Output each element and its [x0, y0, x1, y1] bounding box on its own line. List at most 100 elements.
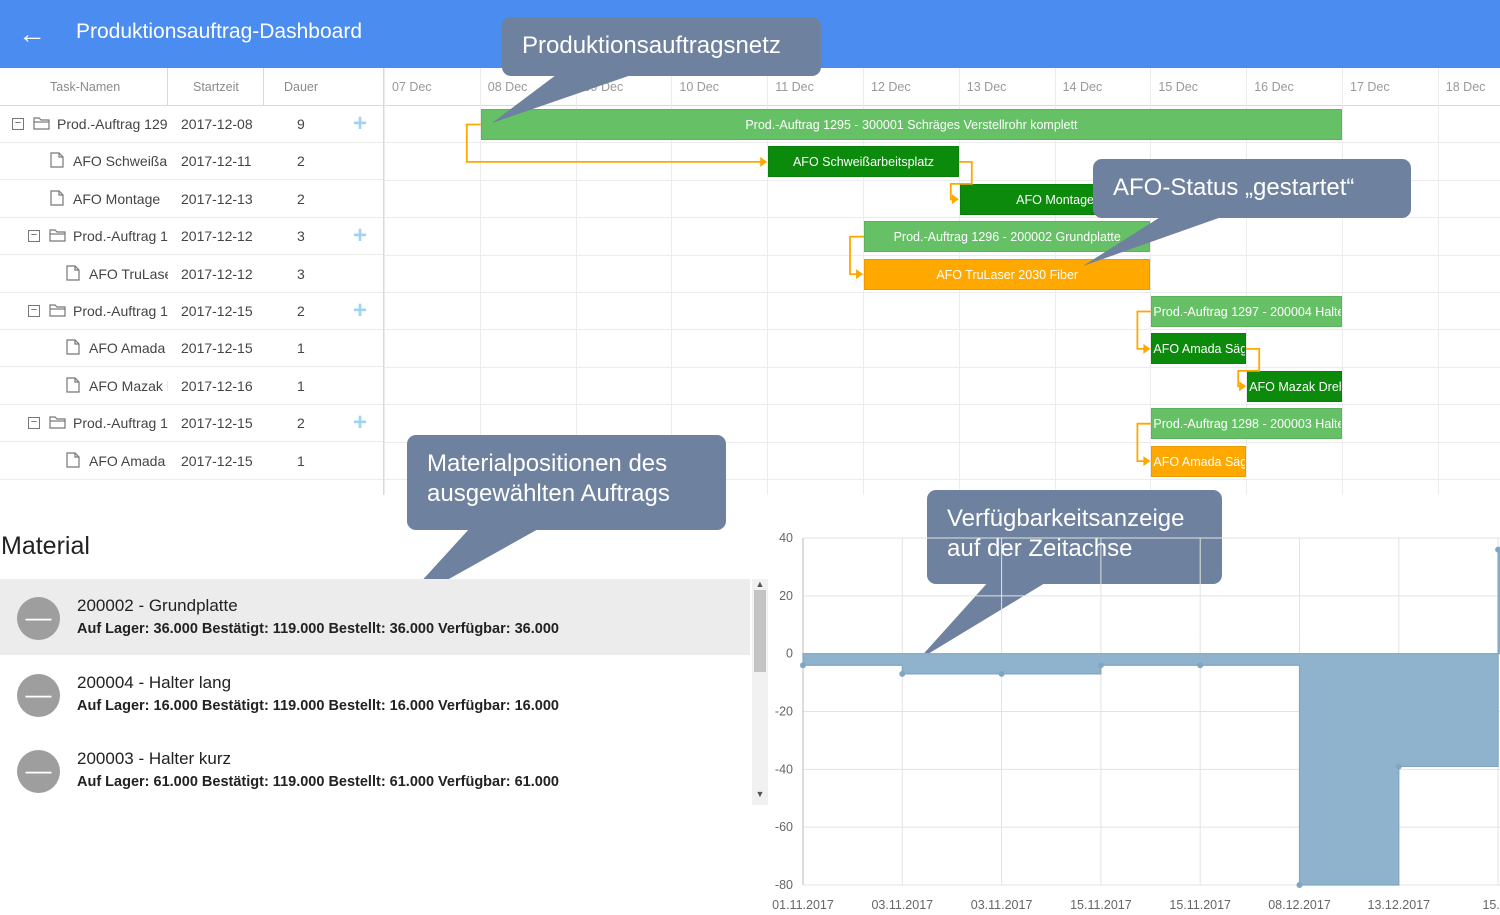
add-task-icon[interactable]: + [353, 297, 367, 325]
availability-point [1495, 546, 1500, 553]
dependency-link [949, 161, 973, 201]
minus-circle-icon[interactable]: — [17, 750, 60, 793]
task-start: 2017-12-13 [181, 190, 253, 207]
dependency-arrow [1143, 343, 1151, 354]
grid-row[interactable]: AFO Mazak Drehmaschine 2017-12-16 1 [0, 368, 383, 405]
material-detail: Auf Lager: 16.000 Bestätigt: 119.000 Bes… [77, 698, 559, 714]
x-tick-label: 15.11.2017 [1169, 898, 1231, 912]
x-tick-label: 01.11.2017 [772, 898, 834, 912]
material-name: 200003 - Halter kurz [77, 749, 232, 768]
page-title: Produktionsauftrag-Dashboard [76, 20, 363, 43]
grid-row[interactable]: AFO Amada Säge 2017-12-15 1 [0, 330, 383, 368]
grid-row[interactable]: AFO Amada Säge 2017-12-15 1 [0, 443, 383, 480]
grid-row[interactable]: − Prod.-Auftrag 1297 2017-12-15 2 + [0, 293, 383, 330]
collapse-toggle-icon[interactable]: − [28, 230, 40, 243]
x-tick-label: 15.12 [1482, 898, 1500, 912]
material-title: Material [1, 532, 90, 560]
column-header-duration[interactable]: Dauer [284, 80, 318, 94]
x-tick-label: 03.11.2017 [871, 898, 933, 912]
folder-icon [49, 304, 66, 317]
task-start: 2017-12-11 [181, 153, 252, 170]
availability-chart: 40 20 0 -20 -40 -60 -80 01.11.2017 03.11.2017 03.… [772, 531, 1500, 912]
y-tick-label: -80 [775, 878, 793, 892]
dependency-arrow [951, 194, 959, 205]
dependency-arrow [856, 269, 863, 280]
y-tick-label: 20 [779, 589, 793, 603]
task-start: 2017-12-16 [181, 377, 253, 394]
dependency-arrow [1239, 381, 1247, 392]
task-duration: 2 [297, 153, 305, 170]
dependency-link [1237, 347, 1261, 388]
file-icon [66, 377, 80, 393]
gantt-chart: 07 Dec 08 Dec 09 Dec 10 Dec 11 Dec 12 Dec 13 D… [384, 68, 1500, 495]
material-name: 200004 - Halter lang [77, 673, 232, 692]
minus-circle-icon[interactable]: — [17, 674, 60, 717]
task-name: Prod.-Auftrag 1296 [73, 228, 168, 245]
folder-icon [33, 117, 50, 130]
file-icon [66, 339, 80, 355]
grid-row[interactable]: AFO TruLaser 2030 Fiber 2017-12-12 3 [0, 256, 383, 293]
material-detail: Auf Lager: 61.000 Bestätigt: 119.000 Bes… [77, 774, 559, 790]
availability-point [1395, 763, 1402, 770]
y-tick-label: -60 [775, 820, 793, 834]
callout-afo-status: AFO-Status „gestartet“ [1093, 159, 1411, 218]
callout-material-line2: ausgewählten Auftrags [427, 480, 670, 507]
availability-point [800, 662, 806, 669]
grid-row[interactable]: − Prod.-Auftrag 1296 2017-12-12 3 + [0, 218, 383, 256]
grid-row[interactable]: − Prod.-Auftrag 1298 2017-12-15 2 + [0, 405, 383, 443]
file-icon [66, 451, 80, 468]
grid-row[interactable]: AFO Schweißarbeitsplatz 2017-12-11 2 [0, 143, 383, 181]
task-name: AFO Schweißarbeitsplatz [73, 153, 168, 170]
material-item[interactable]: — 200004 - Halter lang Auf Lager: 16.000… [0, 656, 750, 732]
dependency-arrow [760, 156, 768, 167]
callout-material-positions: Materialpositionen des ausgewählten Auft… [407, 435, 726, 530]
file-icon [66, 264, 80, 281]
availability-point [1197, 662, 1204, 669]
add-task-icon[interactable]: + [353, 222, 367, 250]
task-duration: 9 [297, 116, 305, 132]
minus-circle-icon[interactable]: — [17, 597, 60, 640]
arrow-left-icon[interactable]: ← [18, 18, 46, 50]
task-start: 2017-12-12 [181, 228, 253, 245]
availability-point [1296, 882, 1303, 888]
task-duration: 2 [297, 415, 305, 432]
task-start: 2017-12-12 [181, 265, 253, 282]
dependency-link [1136, 310, 1152, 350]
y-tick-label: 40 [779, 531, 793, 545]
column-header-start[interactable]: Startzeit [193, 80, 239, 94]
material-list: — 200002 - Grundplatte Auf Lager: 36.000… [0, 579, 768, 805]
add-task-icon[interactable]: + [353, 409, 367, 437]
task-name: AFO TruLaser 2030 Fiber [89, 265, 168, 282]
material-name: 200002 - Grundplatte [77, 596, 238, 615]
folder-icon [49, 229, 66, 242]
gantt-task-grid: Task-Namen Startzeit Dauer − Prod.-Auftra… [0, 68, 384, 495]
material-item[interactable]: — 200003 - Halter kurz Auf Lager: 61.000… [0, 732, 750, 808]
task-duration: 1 [297, 452, 305, 469]
file-icon [50, 190, 64, 206]
collapse-toggle-icon[interactable]: − [28, 417, 40, 430]
grid-row[interactable]: − Prod.-Auftrag 1295 2017-12-08 9 + [0, 106, 383, 143]
availability-point [899, 670, 906, 677]
y-tick-label: -20 [775, 705, 793, 719]
y-tick-label: -40 [775, 762, 793, 776]
dependency-link [849, 235, 864, 276]
task-name: AFO Amada Säge [89, 452, 168, 469]
task-duration: 3 [297, 228, 305, 245]
callout-netz-text: Produktionsauftragsnetz [522, 32, 781, 59]
column-header-task-names[interactable]: Task-Namen [50, 80, 120, 94]
task-duration: 3 [297, 265, 305, 282]
x-tick-label: 13.12.2017 [1368, 898, 1431, 912]
add-task-icon[interactable]: + [353, 110, 367, 138]
material-item[interactable]: — 200002 - Grundplatte Auf Lager: 36.000… [0, 579, 750, 655]
collapse-toggle-icon[interactable]: − [12, 118, 24, 130]
availability-point [998, 670, 1005, 677]
gantt-dependency-links [465, 123, 1261, 467]
grid-row[interactable]: AFO Montage 2017-12-13 2 [0, 181, 383, 218]
task-duration: 1 [297, 377, 305, 394]
task-name: Prod.-Auftrag 1295 [57, 116, 168, 132]
task-start: 2017-12-15 [181, 415, 253, 432]
x-tick-label: 03.11.2017 [971, 898, 1033, 912]
collapse-toggle-icon[interactable]: − [28, 305, 40, 317]
task-start: 2017-12-15 [181, 303, 253, 319]
folder-icon [49, 416, 66, 429]
